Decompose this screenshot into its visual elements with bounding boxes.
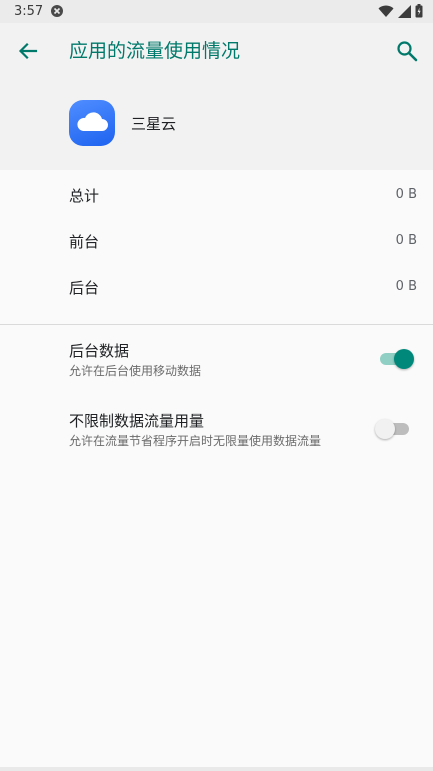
- bottom-edge: [0, 767, 433, 771]
- status-time: 3:57: [14, 4, 44, 19]
- unrestricted-data-summary: 允许在流量节省程序开启时无限量使用数据流量: [69, 434, 322, 448]
- search-icon[interactable]: [393, 37, 421, 65]
- unrestricted-data-title: 不限制数据流量用量: [69, 412, 205, 430]
- stat-label-foreground: 前台: [69, 233, 100, 251]
- back-arrow-icon[interactable]: [14, 37, 42, 65]
- background-data-switch[interactable]: [380, 348, 416, 370]
- unrestricted-data-setting[interactable]: 不限制数据流量用量 允许在流量节省程序开启时无限量使用数据流量: [0, 410, 433, 470]
- switch-thumb: [375, 419, 395, 439]
- stat-value-background: 0 B: [395, 279, 417, 294]
- page-title: 应用的流量使用情况: [69, 40, 241, 62]
- unrestricted-data-switch[interactable]: [375, 418, 413, 440]
- system-icons: [378, 4, 423, 18]
- background-data-setting[interactable]: 后台数据 允许在后台使用移动数据: [0, 340, 433, 400]
- battery-icon: [415, 4, 423, 18]
- stat-row-background: 后台 0 B: [0, 265, 433, 311]
- switch-thumb: [394, 349, 414, 369]
- signal-icon: [398, 4, 411, 18]
- notification-icon: [51, 5, 63, 17]
- cloud-icon: [77, 112, 108, 131]
- background-data-summary: 允许在后台使用移动数据: [69, 364, 202, 378]
- app-name: 三星云: [131, 115, 177, 133]
- stat-label-total: 总计: [69, 187, 100, 205]
- stat-row-foreground: 前台 0 B: [0, 219, 433, 265]
- status-bar: 3:57: [0, 0, 433, 23]
- divider: [0, 324, 433, 325]
- samsung-cloud-app-icon: [69, 100, 115, 146]
- background-data-title: 后台数据: [69, 342, 130, 360]
- stat-label-background: 后台: [69, 279, 100, 297]
- app-bar: 应用的流量使用情况 三星云: [0, 23, 433, 170]
- wifi-icon: [378, 5, 394, 17]
- stat-row-total: 总计 0 B: [0, 173, 433, 219]
- stat-value-total: 0 B: [395, 187, 417, 202]
- stat-value-foreground: 0 B: [395, 233, 417, 248]
